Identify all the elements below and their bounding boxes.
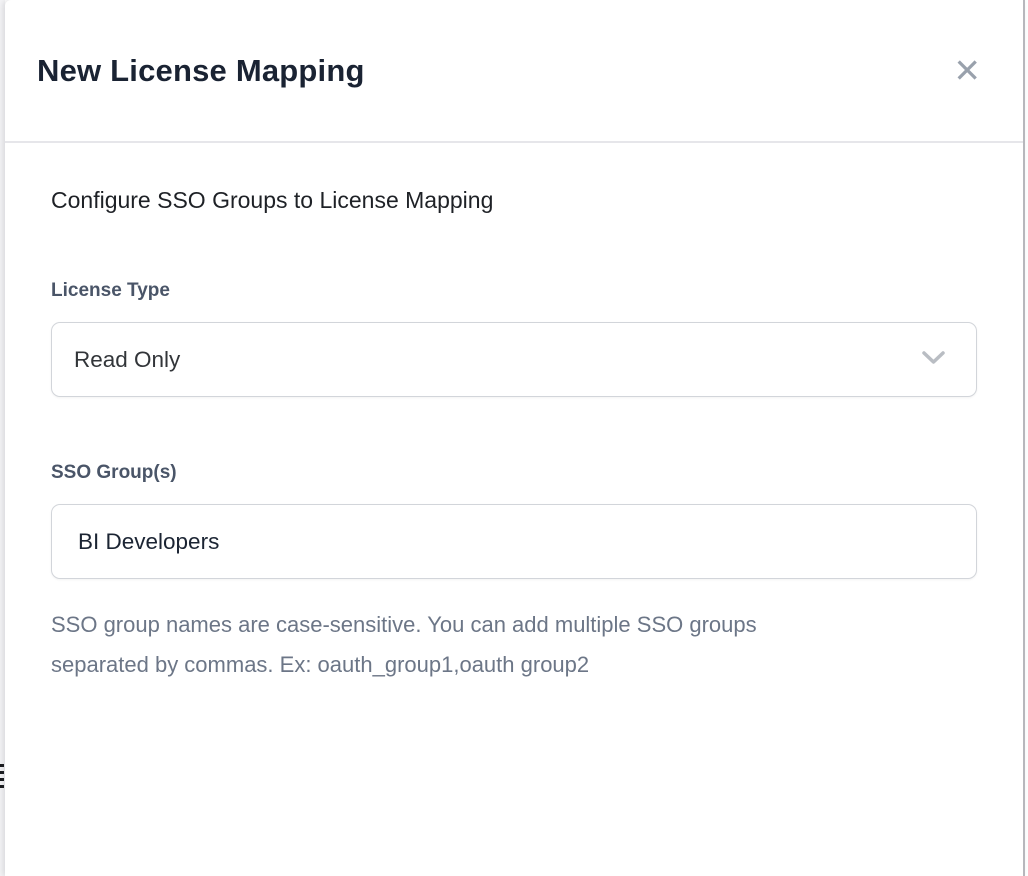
sso-groups-help: SSO group names are case-sensitive. You … bbox=[51, 605, 831, 685]
close-button[interactable]: ✕ bbox=[949, 50, 985, 91]
new-license-mapping-dialog: New License Mapping ✕ Configure SSO Grou… bbox=[5, 0, 1025, 876]
license-type-label: License Type bbox=[51, 279, 975, 303]
close-icon: ✕ bbox=[953, 51, 981, 90]
license-type-selected-value: Read Only bbox=[74, 347, 180, 373]
license-type-select[interactable]: Read Only bbox=[51, 322, 977, 397]
sso-groups-label: SSO Group(s) bbox=[51, 461, 975, 485]
dialog-body: Configure SSO Groups to License Mapping … bbox=[5, 143, 1023, 685]
chevron-down-icon bbox=[921, 350, 946, 370]
dialog-title: New License Mapping bbox=[37, 53, 365, 89]
sso-groups-input[interactable] bbox=[51, 504, 977, 579]
dialog-subtitle: Configure SSO Groups to License Mapping bbox=[51, 185, 975, 215]
dialog-header: New License Mapping ✕ bbox=[5, 0, 1023, 143]
